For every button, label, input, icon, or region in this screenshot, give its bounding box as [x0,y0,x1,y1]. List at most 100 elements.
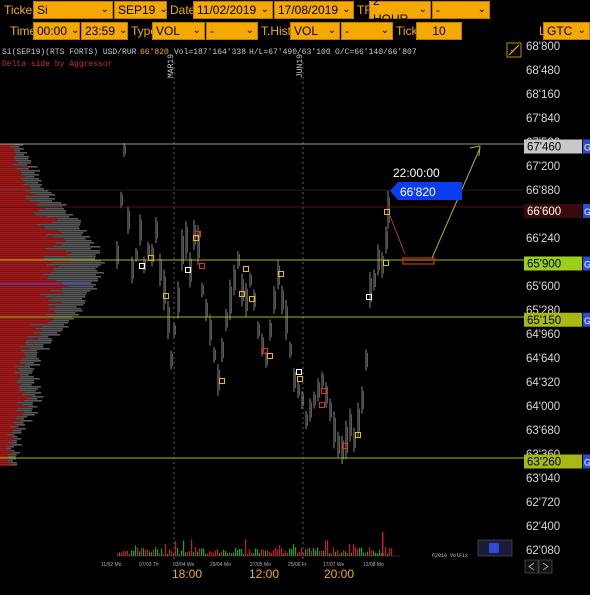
signal-marker [319,402,325,408]
volume-bar [125,551,127,556]
profile-bar-delta [0,180,23,182]
volume-bar [171,550,173,556]
thist-extra-select[interactable]: - ⌄ [341,22,393,40]
type-extra-value: - [210,24,214,38]
scroll-right-button[interactable] [538,559,553,574]
profile-bar-delta [0,428,18,430]
profile-bar-delta [0,286,69,288]
volume-bar [153,549,155,556]
level-tag-handle-letter: G [584,207,590,217]
volume-bar [359,547,361,556]
volume-bar [339,553,341,556]
volume-bar [319,551,321,556]
type-select[interactable]: VOL ⌄ [152,22,205,40]
profile-bar-delta [0,250,66,252]
price-axis-label: 65'600 [526,281,560,293]
contract-mark: JUN19 [296,54,305,78]
profile-bar-delta [0,270,53,272]
profile-bar-delta [0,282,62,284]
level-tag-price: 63'260 [527,457,561,469]
date-to-field[interactable]: 17/08/2019 ⌄ [274,1,354,19]
callout-price: 66'820 [400,185,436,199]
volume-bar [179,553,181,556]
chart-symbol: Si(SEP19)(RTS FORTS) USD/RUR [2,48,137,57]
price-chart[interactable]: MAR19 JUN19 Si(SEP19)(RTS FORTS) USD/RUR… [0,40,590,595]
volume-bar [251,552,253,556]
profile-bar-delta [0,462,9,464]
thist-select[interactable]: VOL ⌄ [290,22,340,40]
profile-bar-delta [0,308,49,310]
time-from-value: 00:00 [37,24,68,38]
price-axis-label: 67'200 [526,161,560,173]
x-axis-date: 25/06 Fr [288,562,307,568]
level-tag-handle-letter: G [584,143,590,153]
profile-bar-delta [0,382,16,384]
volume-bar [283,553,285,556]
volume-bar [265,550,267,556]
profile-bar-delta [0,454,8,456]
profile-bar-delta [0,258,44,260]
type-extra-select[interactable]: - ⌄ [206,22,258,40]
profile-bar-delta [0,416,17,418]
time-from-field[interactable]: 00:00 ⌄ [33,22,80,40]
contract-select[interactable]: SEP19 ⌄ [114,1,168,19]
profile-bar-delta [0,224,37,226]
ruler-icon[interactable] [506,42,522,58]
volume-bar [369,547,371,556]
profile-bar-delta [0,370,20,372]
chevron-down-icon: ⌄ [119,25,128,36]
volume-bar [241,548,243,556]
volume-bar [149,551,151,556]
navigator-widget[interactable] [477,539,513,557]
profile-bar-delta [0,338,39,340]
profile-bar-delta [0,232,62,234]
ticker-select[interactable]: Si ⌄ [33,1,113,19]
profile-bar-delta [0,402,17,404]
profile-bar-delta [0,168,17,170]
level-tag-price: 66'600 [527,206,561,218]
price-axis-label: 62'400 [526,521,560,533]
timeframe-select[interactable]: 2 HOUR ⌄ [369,0,431,26]
date-to-value: 17/08/2019 [278,3,339,17]
volume-bar [211,552,213,556]
volume-bar [143,548,145,556]
profile-bar-delta [0,152,16,154]
volume-bar [145,549,147,556]
date-from-field[interactable]: 11/02/2019 ⌄ [193,1,273,19]
tick-field[interactable]: 10 [416,22,462,40]
volume-bar [253,553,255,556]
profile-bar-delta [0,196,26,198]
profile-bar-delta [0,400,25,402]
profile-bar-delta [0,244,62,246]
price-axis-label: 66'880 [526,185,560,197]
profile-bar-delta [0,194,36,196]
price-bars [116,142,390,465]
chart-high-low: H/L=67'490/63'100 [249,48,331,57]
profile-bar-delta [0,264,47,266]
profile-bar-delta [0,262,52,264]
projection-arrow-down [389,215,406,255]
price-axis-label: 64'320 [526,377,560,389]
volume-bar [357,549,359,556]
profile-bar-delta [0,426,11,428]
volume-bar [217,549,219,556]
scroll-left-button[interactable] [524,559,539,574]
profile-bar-delta [0,254,67,256]
type-value: VOL [156,24,181,38]
profile-bar-delta [0,184,24,186]
extra-select[interactable]: - ⌄ [432,1,490,19]
time-to-field[interactable]: 23:59 ⌄ [81,22,128,40]
profile-bar-delta [0,438,16,440]
volume-bar [297,552,299,556]
profile-bar-delta [0,192,30,194]
volume-bar [311,551,313,556]
line-select[interactable]: GTC ⌄ [543,22,590,40]
profile-bar-delta [0,430,13,432]
profile-bar-delta [0,146,11,148]
profile-bar-delta [0,390,19,392]
copyright: ©2019 VolFix [432,552,468,559]
volume-bar [289,548,291,556]
profile-bar-delta [0,464,12,466]
volume-bar [167,553,169,556]
profile-bar-delta [0,320,52,322]
